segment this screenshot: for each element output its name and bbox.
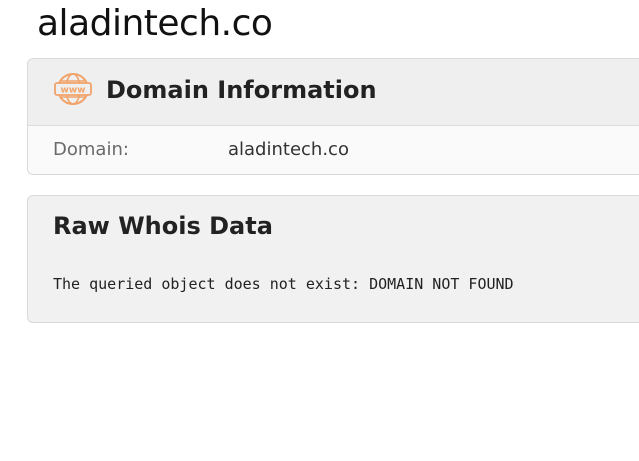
raw-whois-text: The queried object does not exist: DOMAI… <box>53 275 514 293</box>
raw-whois-title: Raw Whois Data <box>53 212 273 240</box>
domain-information-card: www Domain Information Domain: aladintec… <box>27 58 639 175</box>
www-icon: www <box>54 72 92 106</box>
page: aladintech.co www Domain Information Dom… <box>0 0 639 461</box>
page-title: aladintech.co <box>37 3 273 44</box>
domain-label: Domain: <box>53 139 129 160</box>
domain-row: Domain: aladintech.co <box>28 126 639 174</box>
domain-value: aladintech.co <box>228 139 349 160</box>
domain-information-title: Domain Information <box>106 76 377 104</box>
domain-information-header: www Domain Information <box>28 59 639 126</box>
raw-whois-card: Raw Whois Data The queried object does n… <box>27 195 639 323</box>
svg-text:www: www <box>61 86 86 96</box>
